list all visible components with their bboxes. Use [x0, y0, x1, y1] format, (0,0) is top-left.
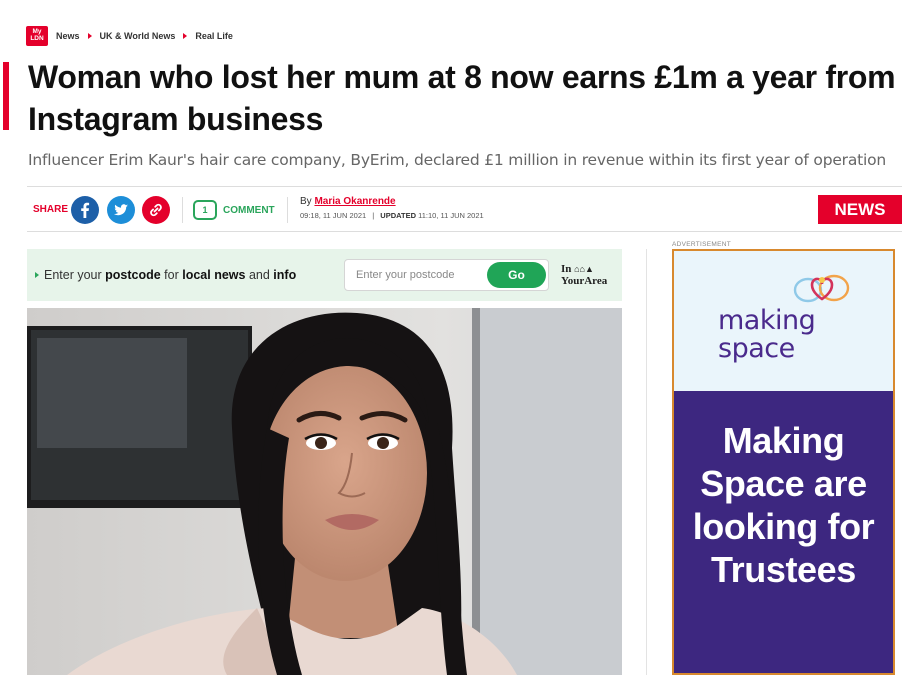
article-dates: 09:18, 11 JUN 2021 | UPDATED 11:10, 11 J… [300, 211, 484, 220]
arrow-right-icon [35, 272, 39, 278]
share-bar: SHARE 1 COMMENT By Maria Okanrende 09:18… [27, 186, 902, 232]
share-label: SHARE [33, 204, 69, 215]
author-link[interactable]: Maria Okanrende [314, 196, 395, 207]
comment-count-badge[interactable]: 1 [193, 200, 217, 220]
divider: | [372, 211, 375, 220]
article-standfirst: Influencer Erim Kaur's hair care company… [28, 151, 887, 169]
updated-label: UPDATED [380, 211, 416, 220]
advert-message-panel: Making Space are looking for Trustees [674, 391, 893, 673]
advertisement-label: ADVERTISEMENT [672, 241, 732, 248]
site-logo[interactable]: My LDN [26, 26, 48, 46]
house-icon: ⌂⌂▲ [574, 264, 594, 274]
advert-brand-name: making space [718, 305, 816, 364]
advert-making-space[interactable]: making space Making Space are looking fo… [672, 249, 895, 675]
advert-message: Making Space are looking for Trustees [692, 420, 875, 590]
article-hero-image[interactable] [27, 308, 622, 675]
byline-divider [287, 197, 288, 223]
headline-accent-bar [3, 62, 9, 130]
share-divider [182, 197, 183, 223]
rail-divider [646, 249, 647, 675]
article-headline: Woman who lost her mum at 8 now earns £1… [28, 59, 896, 137]
breadcrumb-uk-world-news[interactable]: UK & World News [100, 31, 176, 41]
facebook-icon[interactable] [71, 196, 99, 224]
breadcrumb-news[interactable]: News [56, 31, 80, 41]
heart-logo-icon [793, 274, 850, 303]
breadcrumb-separator-icon [183, 33, 188, 39]
advert-top-panel: making space [674, 251, 893, 391]
byline-prefix: By [300, 196, 312, 207]
postcode-go-button[interactable]: Go [487, 262, 546, 288]
breadcrumb-separator-icon [87, 33, 92, 39]
breadcrumb: My LDN News UK & World News Real Life [26, 26, 233, 46]
link-icon[interactable] [142, 196, 170, 224]
postcode-widget: Enter your postcode for local news and i… [27, 249, 622, 301]
twitter-icon[interactable] [107, 196, 135, 224]
breadcrumb-real-life[interactable]: Real Life [195, 31, 233, 41]
postcode-prompt: Enter your postcode for local news and i… [35, 268, 296, 282]
published-time: 09:18, 11 JUN 2021 [300, 211, 367, 220]
inyourarea-logo[interactable]: In ⌂⌂▲ YourArea [561, 263, 607, 287]
byline: By Maria Okanrende [300, 196, 396, 207]
section-tag-news[interactable]: NEWS [818, 195, 902, 224]
updated-time: 11:10, 11 JUN 2021 [418, 211, 484, 220]
comment-link[interactable]: COMMENT [223, 205, 275, 216]
